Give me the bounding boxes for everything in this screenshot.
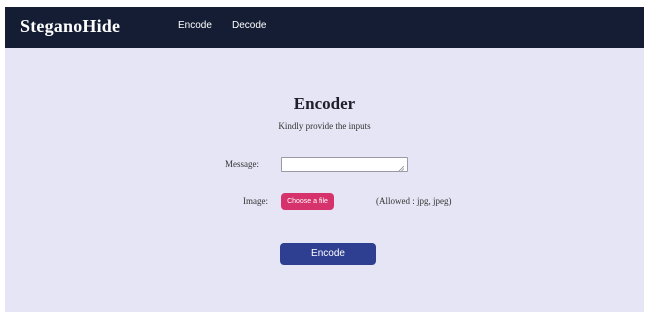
allowed-formats-note: (Allowed : jpg, jpeg) [376,196,452,206]
nav-link-decode[interactable]: Decode [232,20,266,31]
encode-submit-button[interactable]: Encode [280,243,376,265]
page-subtitle: Kindly provide the inputs [278,121,371,131]
image-label: Image: [243,196,268,206]
message-input[interactable] [281,157,408,172]
message-label: Message: [225,159,259,169]
brand-logo[interactable]: SteganoHide [20,16,120,37]
nav-link-encode[interactable]: Encode [178,20,212,31]
page-title: Encoder [293,94,356,113]
app-frame: SteganoHide Encode Decode Encoder Kindly… [5,7,644,312]
navbar: SteganoHide Encode Decode [5,7,644,48]
choose-file-button[interactable]: Choose a file [281,193,334,210]
